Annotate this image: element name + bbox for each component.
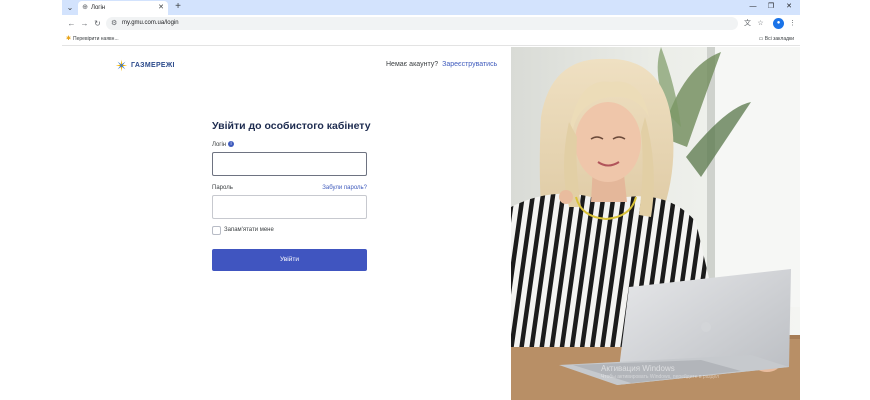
forgot-password-link[interactable]: Забули пароль? bbox=[322, 184, 367, 192]
logo-text: ГАЗМЕРЕЖІ bbox=[131, 61, 175, 69]
info-icon[interactable]: i bbox=[228, 141, 235, 148]
login-label-text: Логін bbox=[212, 142, 227, 148]
address-bar[interactable]: ⚙ my.gmu.com.ua/login bbox=[106, 17, 738, 30]
all-bookmarks-label: Всі закладки bbox=[764, 36, 794, 42]
browser-window: ⌄ ⊕ Логін ✕ + — ❐ ✕ ← → ↻ ⚙ my.gmu.com.u… bbox=[62, 0, 800, 400]
register-link[interactable]: Зареєструватись bbox=[442, 61, 497, 68]
plus-icon[interactable]: + bbox=[172, 1, 184, 13]
hero-photo: Активация Windows Чтобы активировать Win… bbox=[511, 47, 800, 400]
login-input[interactable] bbox=[212, 152, 367, 176]
tab-strip: ⌄ ⊕ Логін ✕ + — ❐ ✕ bbox=[62, 0, 800, 15]
bookmarks-bar: ✱ Перевірити наявн... ▭ Всі закладки bbox=[62, 32, 800, 46]
window-close-icon[interactable]: ✕ bbox=[780, 1, 798, 13]
close-icon[interactable]: ✕ bbox=[158, 3, 164, 13]
reload-icon[interactable]: ↻ bbox=[92, 18, 103, 29]
profile-icon[interactable]: ● bbox=[773, 18, 784, 29]
minimize-icon[interactable]: — bbox=[744, 1, 762, 13]
tab-login[interactable]: ⊕ Логін ✕ bbox=[78, 1, 168, 15]
chevron-down-icon[interactable]: ⌄ bbox=[64, 2, 76, 13]
login-pane: ГАЗМЕРЕЖІ Немає акаунту? Зареєструватись… bbox=[62, 47, 511, 400]
kebab-menu-icon[interactable]: ⋮ bbox=[787, 18, 798, 29]
tab-title: Логін bbox=[91, 5, 106, 11]
photo-illustration bbox=[511, 47, 800, 400]
browser-toolbar: ← → ↻ ⚙ my.gmu.com.ua/login 文 ☆ ● ⋮ bbox=[62, 15, 800, 32]
translate-icon[interactable]: 文 bbox=[742, 18, 753, 29]
star-icon[interactable]: ☆ bbox=[755, 18, 766, 29]
back-arrow-icon[interactable]: ← bbox=[66, 18, 77, 29]
logo-mark-icon bbox=[115, 59, 128, 71]
page-favicon-icon: ⊕ bbox=[82, 4, 88, 11]
no-account-row: Немає акаунту? Зареєструватись bbox=[386, 60, 497, 70]
folder-icon: ▭ bbox=[758, 36, 764, 42]
no-account-text: Немає акаунту? bbox=[386, 61, 439, 68]
all-bookmarks-button[interactable]: ▭ Всі закладки bbox=[759, 34, 794, 44]
bookmark-label: Перевірити наявн... bbox=[73, 36, 119, 42]
page-title: Увійти до особистого кабінету bbox=[212, 120, 371, 132]
login-button[interactable]: Увійти bbox=[212, 249, 367, 271]
url-text[interactable]: my.gmu.com.ua/login bbox=[122, 18, 179, 29]
login-form: Увійти до особистого кабінету Логін i Пар… bbox=[212, 119, 371, 271]
remember-me-checkbox[interactable] bbox=[212, 226, 221, 235]
forward-arrow-icon[interactable]: → bbox=[79, 18, 90, 29]
bookmark-favicon-icon: ✱ bbox=[66, 36, 72, 42]
page-content: ГАЗМЕРЕЖІ Немає акаунту? Зареєструватись… bbox=[62, 47, 800, 400]
password-label-row: Пароль Забули пароль? bbox=[212, 184, 367, 192]
login-label: Логін i bbox=[212, 141, 367, 149]
tune-icon[interactable]: ⚙ bbox=[111, 18, 117, 29]
bookmark-item[interactable]: ✱ Перевірити наявн... bbox=[66, 34, 119, 44]
logo[interactable]: ГАЗМЕРЕЖІ bbox=[115, 58, 175, 72]
password-input[interactable] bbox=[212, 195, 367, 219]
remember-me-row[interactable]: Запам'ятати мене bbox=[212, 226, 367, 235]
password-label: Пароль bbox=[212, 185, 233, 191]
windows-activation-subtitle: Чтобы активировать Windows, перейдите в … bbox=[601, 374, 720, 380]
windows-activation-title: Активация Windows bbox=[601, 364, 675, 373]
restore-icon[interactable]: ❐ bbox=[762, 1, 780, 13]
remember-me-label[interactable]: Запам'ятати мене bbox=[224, 226, 274, 235]
